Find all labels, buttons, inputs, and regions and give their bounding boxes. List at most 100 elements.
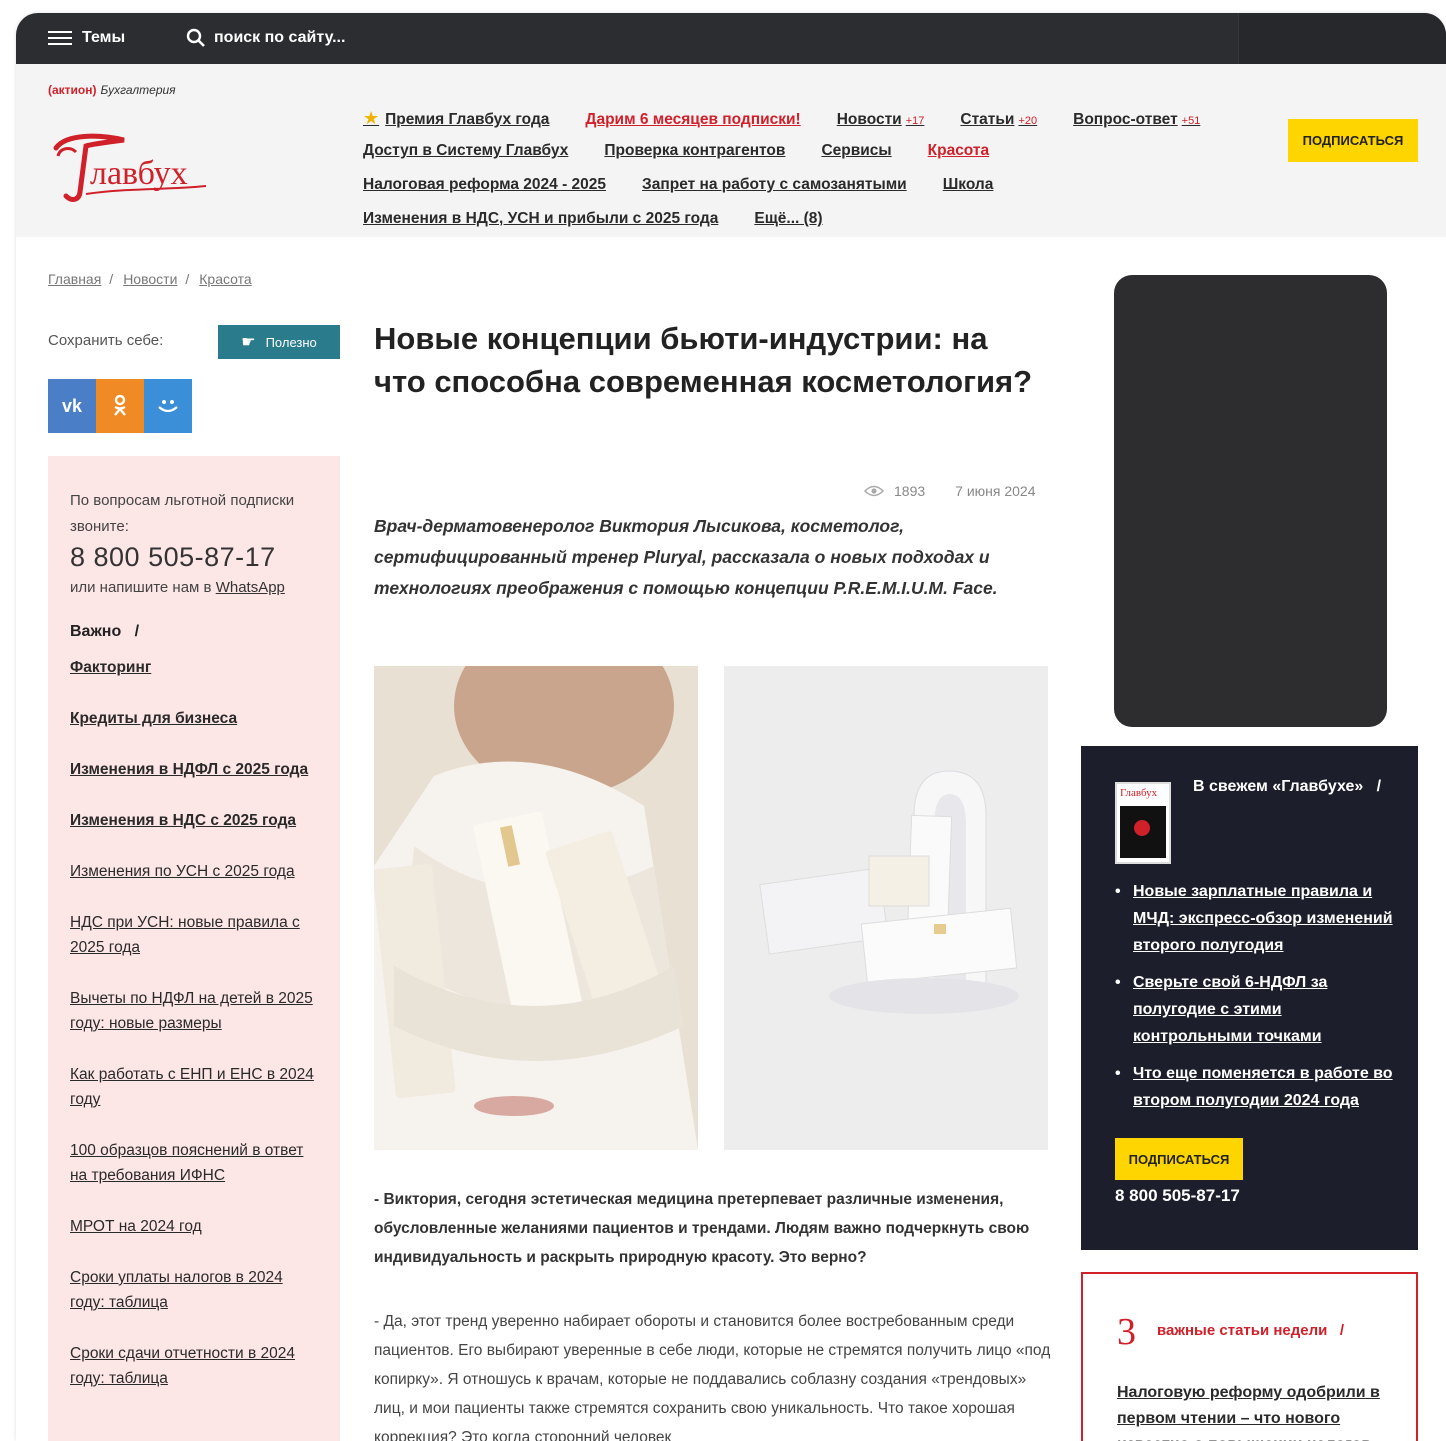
fresh-issue-link[interactable]: Что еще поменяется в работе во втором по… bbox=[1133, 1065, 1393, 1109]
browser-page: Темы поиск по сайту... (актион) Бухгалтер… bbox=[16, 13, 1446, 1441]
nav-link-label: Новости bbox=[836, 111, 902, 128]
topics-menu-button[interactable]: Темы bbox=[48, 25, 125, 51]
photo-woman-holding-boxes bbox=[374, 666, 698, 1150]
write-text: или напишите нам в bbox=[70, 579, 212, 596]
nav-link-label: Запрет на работу с самозанятыми bbox=[642, 176, 907, 193]
nav-link[interactable]: Статьи +20 bbox=[960, 111, 1037, 129]
pointing-hand-icon: ☛ bbox=[241, 334, 256, 351]
list-item: МРОТ на 2024 год bbox=[70, 1214, 318, 1239]
nav-count-badge: +17 bbox=[905, 115, 925, 127]
sidebar-link[interactable]: Сроки уплаты налогов в 2024 году: таблиц… bbox=[70, 1269, 283, 1311]
search-placeholder: поиск по сайту... bbox=[214, 29, 346, 46]
list-item: Кредиты для бизнеса bbox=[70, 706, 318, 731]
subscription-sidebar: По вопросам льготной подписки звоните: 8… bbox=[48, 456, 340, 1441]
views-count: 1893 bbox=[894, 483, 926, 499]
sidebar-link[interactable]: Факторинг bbox=[70, 659, 151, 676]
nav-link-label: Доступ в Систему Главбух bbox=[363, 142, 569, 159]
main-nav: ★ Премия Главбух года Дарим 6 месяцев подп… bbox=[363, 108, 1273, 244]
nav-link[interactable]: Красота bbox=[928, 142, 989, 160]
top-bar: Темы поиск по сайту... bbox=[16, 13, 1446, 64]
vk-share-button[interactable]: vk bbox=[48, 379, 96, 433]
nav-link[interactable]: Сервисы bbox=[821, 142, 891, 160]
article-lead: Врач-дерматовенеролог Виктория Лысикова,… bbox=[374, 516, 998, 598]
breadcrumb-separator: / bbox=[185, 271, 190, 287]
list-item: НДС при УСН: новые правила с 2025 года bbox=[70, 910, 318, 960]
interview-question: - Виктория, сегодня эстетическая медицин… bbox=[374, 1191, 1030, 1266]
week-title-label: важные статьи недели bbox=[1157, 1322, 1328, 1339]
svg-text:лавбух: лавбух bbox=[90, 155, 188, 192]
list-item: Вычеты по НДФЛ на детей в 2025 году: нов… bbox=[70, 986, 318, 1036]
sidebar-link[interactable]: Изменения в НДС с 2025 года bbox=[70, 812, 296, 829]
fresh-phone[interactable]: 8 800 505-87-17 bbox=[1115, 1186, 1240, 1206]
week-title[interactable]: важные статьи недели / bbox=[1157, 1322, 1344, 1339]
nav-link-label: Вопрос-ответ bbox=[1073, 111, 1178, 128]
nav-link-label: Проверка контрагентов bbox=[604, 142, 786, 159]
sidebar-link[interactable]: Вычеты по НДФЛ на детей в 2025 году: нов… bbox=[70, 990, 313, 1032]
moimir-icon bbox=[158, 400, 178, 413]
nav-link[interactable]: Школа bbox=[943, 176, 994, 194]
site-search[interactable]: поиск по сайту... bbox=[186, 25, 345, 51]
important-heading[interactable]: Важно / bbox=[70, 623, 318, 641]
sidebar-link[interactable]: Кредиты для бизнеса bbox=[70, 710, 237, 727]
nav-link[interactable]: Ещё... (8) bbox=[754, 210, 822, 228]
sidebar-link[interactable]: Изменения в НДФЛ с 2025 года bbox=[70, 761, 308, 778]
brand-section: Бухгалтерия bbox=[100, 83, 176, 97]
glavbukh-logo[interactable]: лавбух bbox=[46, 126, 216, 211]
nav-link[interactable]: Доступ в Систему Главбух bbox=[363, 142, 568, 160]
logo-mark: лавбух bbox=[53, 133, 207, 202]
fresh-issue-label: В свежем «Главбухе» bbox=[1193, 778, 1364, 795]
week-article-link[interactable]: Налоговую реформу одобрили в первом чтен… bbox=[1117, 1380, 1397, 1441]
subscription-text: По вопросам льготной подписки звоните: bbox=[70, 492, 295, 535]
article-date: 7 июня 2024 bbox=[955, 483, 1036, 499]
odnoklassniki-icon bbox=[114, 394, 126, 416]
sidebar-link[interactable]: МРОТ на 2024 год bbox=[70, 1218, 202, 1235]
fresh-issue-title[interactable]: В свежем «Главбухе» / bbox=[1193, 778, 1381, 796]
ok-share-button[interactable] bbox=[96, 379, 144, 433]
site-header: (актион) Бухгалтерия лавбух ★ Премия Главб… bbox=[16, 64, 1446, 237]
list-item: Как работать с ЕНП и ЕНС в 2024 году bbox=[70, 1062, 318, 1112]
week-count: 3 bbox=[1117, 1311, 1136, 1353]
breadcrumb-home[interactable]: Главная bbox=[48, 271, 101, 287]
nav-row: Доступ в Систему Главбух Проверка контраг… bbox=[363, 142, 1273, 176]
fresh-issue-box: Главбух В свежем «Главбухе» / Новые зарп… bbox=[1081, 746, 1418, 1250]
list-item: Изменения по УСН с 2025 года bbox=[70, 859, 318, 884]
nav-link[interactable]: Налоговая реформа 2024 - 2025 bbox=[363, 176, 606, 194]
ad-banner-placeholder[interactable] bbox=[1114, 275, 1387, 727]
fresh-issue-link[interactable]: Новые зарплатные правила и МЧД: экспресс… bbox=[1133, 883, 1393, 954]
nav-link[interactable]: Новости +17 bbox=[837, 111, 925, 129]
nav-link-label: Ещё... (8) bbox=[754, 210, 823, 227]
breadcrumb: Главная / Новости / Красота bbox=[48, 271, 252, 287]
magazine-cover-image[interactable]: Главбух bbox=[1115, 782, 1171, 864]
nav-link[interactable]: Изменения в НДС, УСН и прибыли с 2025 го… bbox=[363, 210, 718, 228]
nav-link-label: Налоговая реформа 2024 - 2025 bbox=[363, 176, 607, 193]
interview-answer: - Да, этот тренд уверенно набирает оборо… bbox=[374, 1313, 1051, 1441]
list-item: Изменения в НДС с 2025 года bbox=[70, 808, 318, 833]
nav-link[interactable]: Запрет на работу с самозанятыми bbox=[642, 176, 907, 194]
fresh-issue-link[interactable]: Сверьте свой 6-НДФЛ за полугодие с этими… bbox=[1133, 974, 1327, 1045]
nav-link[interactable]: Проверка контрагентов bbox=[604, 142, 785, 160]
sidebar-link[interactable]: Сроки сдачи отчетности в 2024 году: табл… bbox=[70, 1345, 295, 1387]
sidebar-link[interactable]: НДС при УСН: новые правила с 2025 года bbox=[70, 914, 300, 956]
breadcrumb-news[interactable]: Новости bbox=[123, 271, 177, 287]
nav-link[interactable]: ★ Премия Главбух года bbox=[363, 108, 549, 129]
moimir-share-button[interactable] bbox=[144, 379, 192, 433]
subscription-phone[interactable]: 8 800 505-87-17 bbox=[70, 542, 318, 573]
sidebar-link[interactable]: Изменения по УСН с 2025 года bbox=[70, 863, 295, 880]
hamburger-icon bbox=[48, 29, 72, 47]
useful-button[interactable]: ☛ Полезно bbox=[218, 325, 340, 359]
week-article-label[interactable]: Налоговую реформу одобрили в первом чтен… bbox=[1117, 1384, 1380, 1441]
nav-link[interactable]: Вопрос-ответ +51 bbox=[1073, 111, 1200, 129]
nav-link-label: Школа bbox=[942, 176, 994, 193]
topics-label: Темы bbox=[82, 29, 126, 46]
nav-link[interactable]: Дарим 6 месяцев подписки! bbox=[585, 111, 800, 129]
save-label: Сохранить себе: bbox=[48, 332, 164, 349]
sidebar-link[interactable]: Как работать с ЕНП и ЕНС в 2024 году bbox=[70, 1066, 314, 1108]
sidebar-link[interactable]: 100 образцов пояснений в ответ на требов… bbox=[70, 1142, 303, 1184]
article-title: Новые концепции бьюти-индустрии: на что … bbox=[374, 321, 1033, 399]
nav-row: Налоговая реформа 2024 - 2025 Запрет на р… bbox=[363, 176, 1273, 210]
breadcrumb-beauty[interactable]: Красота bbox=[199, 271, 251, 287]
whatsapp-link[interactable]: WhatsApp bbox=[216, 579, 285, 596]
subscribe-button[interactable]: ПОДПИСАТЬСЯ bbox=[1288, 119, 1418, 162]
list-item: Сроки сдачи отчетности в 2024 году: табл… bbox=[70, 1341, 318, 1391]
fresh-subscribe-button[interactable]: ПОДПИСАТЬСЯ bbox=[1115, 1138, 1243, 1180]
